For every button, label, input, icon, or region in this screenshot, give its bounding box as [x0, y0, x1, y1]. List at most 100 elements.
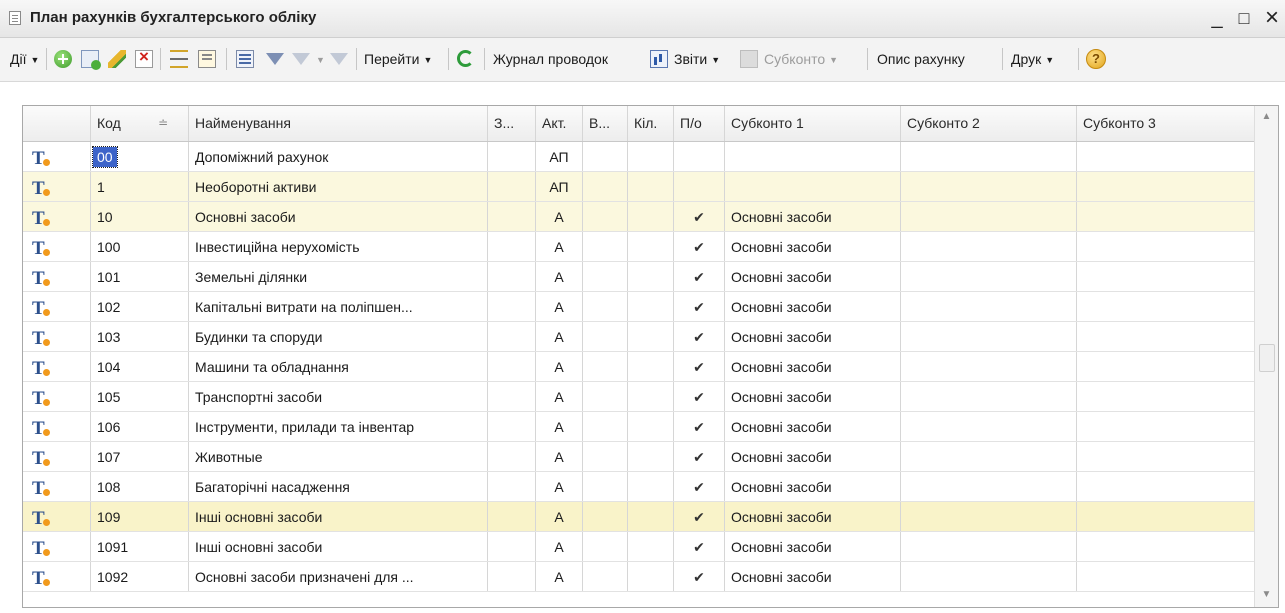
code-cell[interactable]: 100 — [91, 232, 189, 261]
vertical-scrollbar[interactable]: ▲ ▼ — [1254, 106, 1278, 607]
subconto-2-cell[interactable] — [901, 382, 1077, 411]
code-cell[interactable]: 103 — [91, 322, 189, 351]
subconto-1-cell[interactable]: Основні засоби — [725, 562, 901, 591]
row-icon-cell[interactable]: T — [23, 262, 91, 291]
subconto-1-cell[interactable]: Основні засоби — [725, 502, 901, 531]
copy-icon[interactable] — [81, 50, 101, 70]
subconto-3-cell[interactable] — [1077, 532, 1255, 561]
subconto-3-cell[interactable] — [1077, 232, 1255, 261]
currency-cell[interactable] — [583, 412, 628, 441]
subconto-3-cell[interactable] — [1077, 472, 1255, 501]
minimize-button[interactable]: _ — [1207, 7, 1227, 29]
off-balance-cell[interactable] — [488, 562, 536, 591]
quantity-cell[interactable] — [628, 142, 674, 171]
currency-cell[interactable] — [583, 322, 628, 351]
quantity-cell[interactable] — [628, 502, 674, 531]
table-row[interactable]: T 104 Машини та обладнання А ✔ Основні засоби — [23, 352, 1255, 382]
subconto-1-cell[interactable]: Основні засоби — [725, 412, 901, 441]
active-cell[interactable]: А — [536, 262, 583, 291]
subconto-2-cell[interactable] — [901, 442, 1077, 471]
actions-menu-button[interactable]: Дії ▼ — [10, 47, 39, 71]
print-menu-button[interactable]: Друк ▼ — [1011, 47, 1054, 71]
code-cell[interactable]: 1091 — [91, 532, 189, 561]
currency-cell[interactable] — [583, 232, 628, 261]
currency-cell[interactable] — [583, 532, 628, 561]
move-to-group-icon[interactable] — [198, 50, 216, 68]
header-subdivision[interactable]: П/о — [674, 106, 725, 141]
code-cell[interactable]: 1092 — [91, 562, 189, 591]
off-balance-cell[interactable] — [488, 232, 536, 261]
row-icon-cell[interactable]: T — [23, 322, 91, 351]
table-row[interactable]: T 105 Транспортні засоби А ✔ Основні засоби — [23, 382, 1255, 412]
active-cell[interactable]: АП — [536, 142, 583, 171]
subdivision-cell[interactable]: ✔ — [674, 262, 725, 291]
subconto-3-cell[interactable] — [1077, 442, 1255, 471]
quantity-cell[interactable] — [628, 532, 674, 561]
maximize-button[interactable]: □ — [1234, 7, 1254, 29]
subconto-2-cell[interactable] — [901, 262, 1077, 291]
table-row[interactable]: T 10 Основні засоби А ✔ Основні засоби — [23, 202, 1255, 232]
off-balance-cell[interactable] — [488, 322, 536, 351]
code-cell[interactable]: 108 — [91, 472, 189, 501]
subdivision-cell[interactable]: ✔ — [674, 502, 725, 531]
off-balance-cell[interactable] — [488, 172, 536, 201]
subconto-2-cell[interactable] — [901, 172, 1077, 201]
off-balance-cell[interactable] — [488, 412, 536, 441]
off-balance-cell[interactable] — [488, 382, 536, 411]
list-mode-icon[interactable] — [236, 50, 254, 68]
subdivision-cell[interactable]: ✔ — [674, 292, 725, 321]
subconto-menu-button[interactable]: Субконто ▼ — [764, 47, 838, 71]
journal-button[interactable]: Журнал проводок — [493, 47, 608, 71]
subconto-2-cell[interactable] — [901, 142, 1077, 171]
quantity-cell[interactable] — [628, 202, 674, 231]
subconto-1-cell[interactable]: Основні засоби — [725, 472, 901, 501]
subdivision-cell[interactable]: ✔ — [674, 202, 725, 231]
off-balance-cell[interactable] — [488, 202, 536, 231]
subconto-3-cell[interactable] — [1077, 562, 1255, 591]
active-cell[interactable]: АП — [536, 172, 583, 201]
code-cell[interactable]: 106 — [91, 412, 189, 441]
subconto-3-cell[interactable] — [1077, 142, 1255, 171]
row-icon-cell[interactable]: T — [23, 472, 91, 501]
active-cell[interactable]: А — [536, 502, 583, 531]
code-cell[interactable]: 00 — [91, 142, 189, 171]
help-icon[interactable]: ? — [1086, 49, 1106, 69]
subconto-2-cell[interactable] — [901, 322, 1077, 351]
subconto-2-cell[interactable] — [901, 412, 1077, 441]
name-cell[interactable]: Інструменти, прилади та інвентар — [189, 412, 488, 441]
currency-cell[interactable] — [583, 352, 628, 381]
refresh-icon[interactable] — [457, 50, 474, 67]
scroll-up-arrow-icon[interactable]: ▲ — [1255, 106, 1278, 128]
filter-by-value-icon[interactable] — [292, 53, 310, 65]
row-icon-cell[interactable]: T — [23, 172, 91, 201]
quantity-cell[interactable] — [628, 232, 674, 261]
name-cell[interactable]: Капітальні витрати на поліпшен... — [189, 292, 488, 321]
active-cell[interactable]: А — [536, 232, 583, 261]
subconto-1-cell[interactable]: Основні засоби — [725, 262, 901, 291]
active-cell[interactable]: А — [536, 352, 583, 381]
active-cell[interactable]: А — [536, 292, 583, 321]
table-row[interactable]: T 107 Животные А ✔ Основні засоби — [23, 442, 1255, 472]
subconto-1-cell[interactable]: Основні засоби — [725, 532, 901, 561]
row-icon-cell[interactable]: T — [23, 532, 91, 561]
subdivision-cell[interactable] — [674, 142, 725, 171]
table-row[interactable]: T 103 Будинки та споруди А ✔ Основні засоби — [23, 322, 1255, 352]
name-cell[interactable]: Необоротні активи — [189, 172, 488, 201]
table-row[interactable]: T 1092 Основні засоби призначені для ... А ✔… — [23, 562, 1255, 592]
off-balance-cell[interactable] — [488, 472, 536, 501]
currency-cell[interactable] — [583, 292, 628, 321]
currency-cell[interactable] — [583, 262, 628, 291]
subconto-1-cell[interactable]: Основні засоби — [725, 352, 901, 381]
quantity-cell[interactable] — [628, 322, 674, 351]
name-cell[interactable]: Земельні ділянки — [189, 262, 488, 291]
table-row[interactable]: T 108 Багаторічні насадження А ✔ Основні засо… — [23, 472, 1255, 502]
currency-cell[interactable] — [583, 472, 628, 501]
quantity-cell[interactable] — [628, 382, 674, 411]
active-cell[interactable]: А — [536, 442, 583, 471]
active-cell[interactable]: А — [536, 562, 583, 591]
table-row[interactable]: T 100 Інвестиційна нерухомість А ✔ Основні за… — [23, 232, 1255, 262]
name-cell[interactable]: Багаторічні насадження — [189, 472, 488, 501]
table-row[interactable]: T 101 Земельні ділянки А ✔ Основні засоби — [23, 262, 1255, 292]
add-icon[interactable] — [54, 50, 72, 68]
off-balance-cell[interactable] — [488, 262, 536, 291]
